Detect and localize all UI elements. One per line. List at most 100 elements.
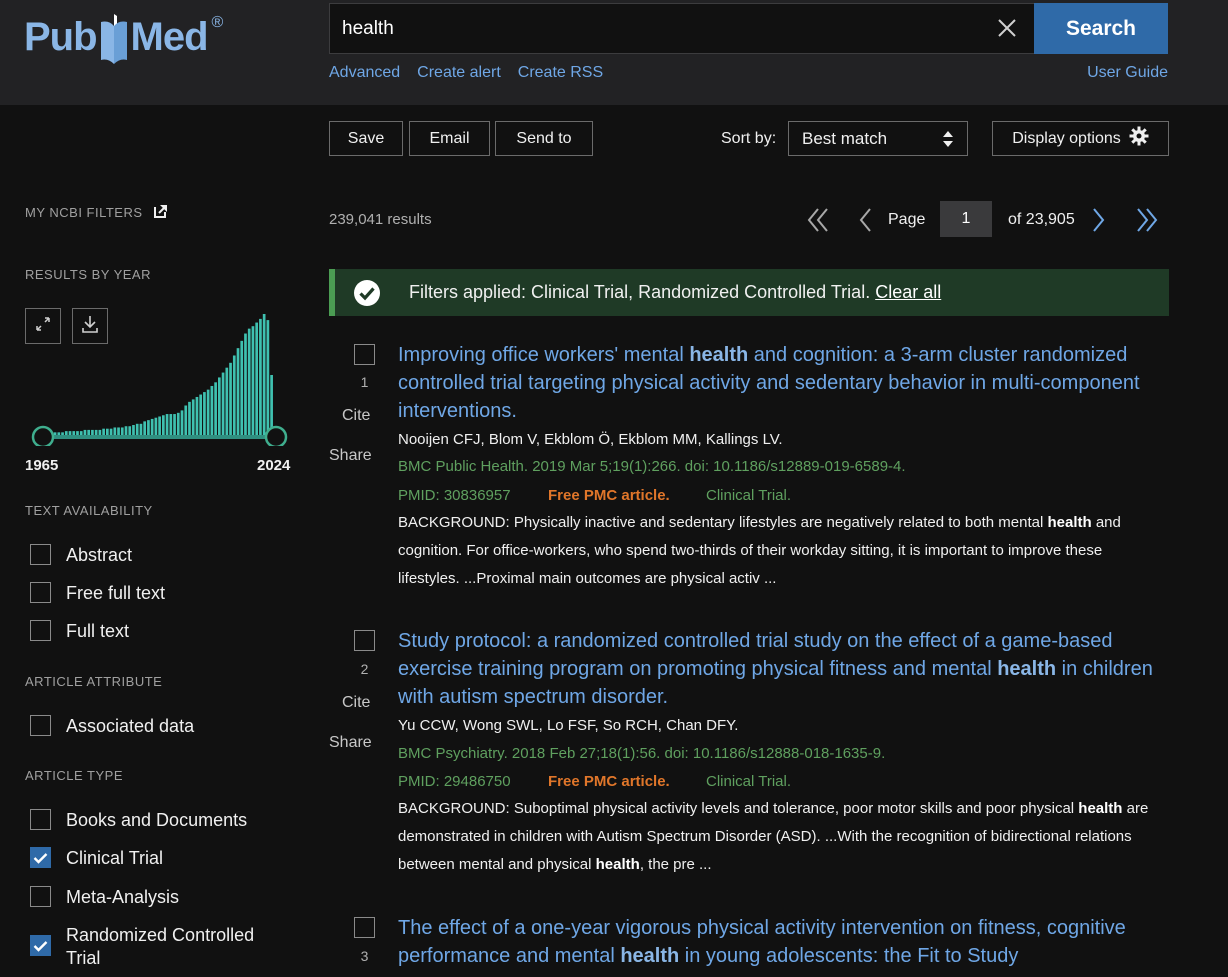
histogram-bar <box>135 423 139 436</box>
result-2-number: 2 <box>360 661 369 677</box>
range-start-handle[interactable] <box>31 425 55 446</box>
last-page-icon[interactable] <box>1134 205 1160 235</box>
checkmark-icon <box>33 940 48 952</box>
histogram-bar <box>147 420 150 436</box>
sort-select[interactable]: Best match <box>788 121 968 156</box>
checkmark-icon <box>33 852 48 864</box>
logo-registered: ® <box>211 14 224 31</box>
result-3-number: 3 <box>360 948 369 964</box>
send-to-button[interactable]: Send to <box>495 121 593 156</box>
first-page-icon[interactable] <box>806 205 830 235</box>
filter-abstract[interactable]: Abstract <box>30 544 132 567</box>
snippet-text: , the pre ... <box>639 856 712 873</box>
display-options-button[interactable]: Display options <box>992 121 1169 156</box>
filter-meta-analysis[interactable]: Meta-Analysis <box>30 886 179 909</box>
books-and-documents-label: Books and Documents <box>66 810 248 830</box>
snippet-highlight: health <box>1078 800 1123 817</box>
histogram-bar <box>244 333 247 436</box>
result-2-free-pmc: Free PMC article. <box>548 773 670 790</box>
histogram-bar <box>203 392 206 436</box>
result-1-meta: PMID: 30836957 Free PMC article. Clinica… <box>398 487 791 504</box>
histogram-bar <box>109 428 113 436</box>
page-total: of 23,905 <box>1008 211 1075 228</box>
page-number-input[interactable]: 1 <box>940 201 992 237</box>
result-2-snippet: BACKGROUND: Suboptimal physical activity… <box>398 795 1158 879</box>
histogram-bar <box>259 318 262 436</box>
meta-analysis-label: Meta-Analysis <box>66 887 180 907</box>
email-button[interactable]: Email <box>409 121 490 156</box>
histogram-bar <box>124 426 128 436</box>
logo-pub: Pub <box>24 15 98 59</box>
sort-label: Sort by: <box>721 130 777 147</box>
histogram-bar <box>251 326 255 436</box>
result-2-checkbox[interactable] <box>354 630 375 651</box>
create-rss-link[interactable]: Create RSS <box>518 64 603 82</box>
histogram-bar <box>113 427 117 436</box>
pubmed-logo[interactable]: Pub Med ® <box>24 6 223 76</box>
filter-free-full-text[interactable]: Free full text <box>30 582 165 605</box>
result-3-checkbox[interactable] <box>354 917 375 938</box>
my-ncbi-filters-heading[interactable]: MY NCBI FILTERS <box>25 203 169 222</box>
advanced-link[interactable]: Advanced <box>329 64 400 82</box>
histogram-bar <box>191 399 195 436</box>
filter-randomized-controlled-trial[interactable]: Randomized Controlled Trial <box>30 924 281 970</box>
result-1-checkbox[interactable] <box>354 344 375 365</box>
snippet-highlight: health <box>1047 514 1092 531</box>
filter-associated-data[interactable]: Associated data <box>30 715 194 738</box>
filter-books-and-documents[interactable]: Books and Documents <box>30 809 247 832</box>
abstract-label: Abstract <box>66 545 133 565</box>
save-button[interactable]: Save <box>329 121 403 156</box>
histogram-bar <box>206 389 210 436</box>
search-button[interactable]: Search <box>1034 3 1168 54</box>
associated-data-checkbox[interactable] <box>30 715 51 736</box>
histogram-bar <box>218 377 221 436</box>
range-end-handle[interactable] <box>264 425 288 446</box>
results-by-year-histogram[interactable] <box>30 306 292 446</box>
histogram-bar <box>236 348 240 436</box>
article-attribute-heading: ARTICLE ATTRIBUTE <box>25 674 163 689</box>
create-alert-link[interactable]: Create alert <box>417 64 501 82</box>
result-1-cite-button[interactable]: Cite <box>342 407 370 425</box>
next-page-icon[interactable] <box>1090 205 1108 235</box>
filter-clinical-trial[interactable]: Clinical Trial <box>30 847 163 870</box>
result-1-share-button[interactable]: Share <box>329 447 372 465</box>
user-guide-link[interactable]: User Guide <box>1087 64 1168 82</box>
histogram-bar <box>120 427 124 436</box>
free-full-text-checkbox[interactable] <box>30 582 51 603</box>
histogram-bar <box>229 362 232 436</box>
clinical-trial-checkbox[interactable] <box>30 847 51 868</box>
result-1-number: 1 <box>360 374 369 390</box>
result-3-title[interactable]: The effect of a one-year vigorous physic… <box>398 914 1158 970</box>
result-1-title[interactable]: Improving office workers' mental health … <box>398 341 1158 425</box>
page-label: Page <box>888 211 926 228</box>
clear-x-icon[interactable] <box>995 16 1019 40</box>
result-1-snippet: BACKGROUND: Physically inactive and sede… <box>398 509 1158 593</box>
result-1-journal: BMC Public Health. 2019 Mar 5;19(1):266.… <box>398 458 906 475</box>
histogram-bar <box>165 414 169 436</box>
histogram-bar <box>106 428 109 436</box>
clear-all-link[interactable]: Clear all <box>875 282 941 302</box>
year-end-label: 2024 <box>257 457 291 474</box>
external-link-icon <box>153 203 169 222</box>
abstract-checkbox[interactable] <box>30 544 51 565</box>
result-2-journal: BMC Psychiatry. 2018 Feb 27;18(1):56. do… <box>398 745 886 762</box>
result-2-title[interactable]: Study protocol: a randomized controlled … <box>398 627 1158 711</box>
histogram-bar <box>195 396 199 436</box>
histogram-bar <box>154 417 158 436</box>
full-text-checkbox[interactable] <box>30 620 51 641</box>
search-box <box>329 3 1035 54</box>
books-and-documents-checkbox[interactable] <box>30 809 51 830</box>
histogram-bar <box>158 416 161 436</box>
result-2-cite-button[interactable]: Cite <box>342 694 370 712</box>
meta-analysis-checkbox[interactable] <box>30 886 51 907</box>
search-input[interactable] <box>342 4 982 53</box>
histogram-bar <box>221 372 225 436</box>
filter-full-text[interactable]: Full text <box>30 620 129 643</box>
title-highlight: health <box>689 344 749 366</box>
randomized-controlled-trial-checkbox[interactable] <box>30 935 51 956</box>
article-type-heading: ARTICLE TYPE <box>25 768 123 783</box>
associated-data-label: Associated data <box>66 716 195 736</box>
prev-page-icon[interactable] <box>856 205 874 235</box>
histogram-bar <box>102 428 105 436</box>
result-2-share-button[interactable]: Share <box>329 734 372 752</box>
